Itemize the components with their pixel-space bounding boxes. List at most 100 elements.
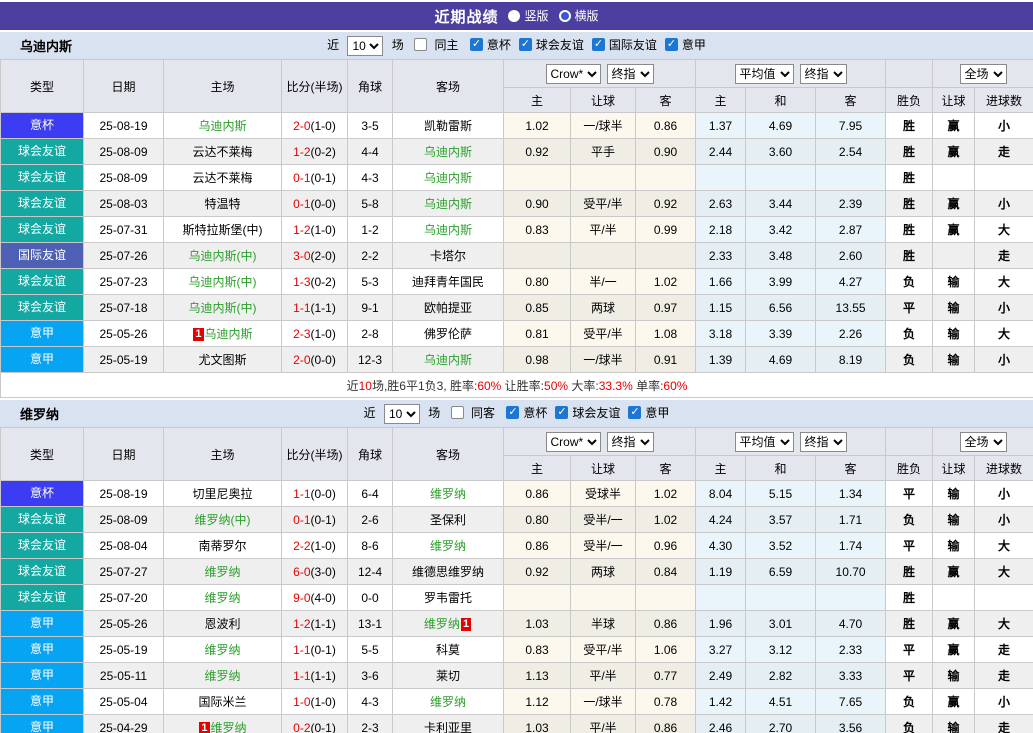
odds-away: 0.97	[636, 295, 696, 321]
avg-home: 4.24	[696, 507, 746, 533]
filter-controls: 近 10 场 同主 意杯球会友谊国际友谊意甲	[325, 36, 708, 56]
league-checkbox[interactable]	[592, 38, 605, 51]
avg-home: 2.63	[696, 191, 746, 217]
match-type: 意甲	[1, 347, 84, 373]
col-header-home: 主场	[164, 428, 282, 481]
result-handicap: 输	[933, 663, 975, 689]
same-venue-checkbox[interactable]	[414, 38, 427, 51]
match-count-select[interactable]: 10	[347, 36, 383, 56]
col-header-odds-home: 主	[504, 88, 571, 113]
score: 2-2(1-0)	[282, 533, 348, 559]
league-checkbox[interactable]	[506, 406, 519, 419]
sections-container: 乌迪内斯 近 10 场 同主 意杯球会友谊国际友谊意甲 类型 日期	[0, 30, 1033, 733]
team-name-text: 乌迪内斯	[198, 119, 246, 133]
avg-draw: 6.59	[746, 559, 816, 585]
odds-home: 0.85	[504, 295, 571, 321]
odds-handicap: 一/球半	[571, 689, 636, 715]
avg-draw: 3.12	[746, 637, 816, 663]
avg-home: 2.33	[696, 243, 746, 269]
odds-away: 0.86	[636, 113, 696, 139]
final-index-select[interactable]: 终指	[607, 64, 654, 84]
match-type-badge: 意甲	[1, 715, 83, 733]
average-group-header: 平均值终指	[696, 60, 886, 88]
avg-draw: 4.69	[746, 113, 816, 139]
team-name-text: 凯勒雷斯	[424, 119, 472, 133]
league-checkbox[interactable]	[665, 38, 678, 51]
result-handicap: 输	[933, 269, 975, 295]
col-header-handicap-result: 让球	[933, 456, 975, 481]
team-name: 维罗纳	[20, 404, 59, 423]
odds-away: 0.86	[636, 715, 696, 733]
odds-away: 0.91	[636, 347, 696, 373]
league-checkbox[interactable]	[628, 406, 641, 419]
col-header-type: 类型	[1, 60, 84, 113]
odds-handicap: 两球	[571, 559, 636, 585]
away-team: 维罗纳	[393, 689, 504, 715]
final-index-select-2[interactable]: 终指	[800, 64, 847, 84]
away-team: 欧帕提亚	[393, 295, 504, 321]
match-count-select[interactable]: 10	[384, 404, 420, 424]
outcome-group-header	[886, 428, 933, 456]
league-label: 意甲	[682, 38, 706, 52]
score: 1-1(1-1)	[282, 663, 348, 689]
col-header-avg-home: 主	[696, 88, 746, 113]
scope-select[interactable]: 全场	[960, 64, 1007, 84]
average-select[interactable]: 平均值	[735, 432, 794, 452]
same-venue-checkbox[interactable]	[451, 406, 464, 419]
final-index-select[interactable]: 终指	[607, 432, 654, 452]
league-checkbox[interactable]	[519, 38, 532, 51]
scope-select[interactable]: 全场	[960, 432, 1007, 452]
odds-source-select[interactable]: Crow*	[546, 64, 601, 84]
filter-controls: 近 10 场 同客 意杯球会友谊意甲	[362, 404, 672, 424]
col-header-away: 客场	[393, 428, 504, 481]
home-team: 南蒂罗尔	[164, 533, 282, 559]
odds-away: 1.02	[636, 481, 696, 507]
col-header-type: 类型	[1, 428, 84, 481]
corners: 4-3	[348, 165, 393, 191]
avg-home: 8.04	[696, 481, 746, 507]
odds-home: 0.81	[504, 321, 571, 347]
odds-home: 1.03	[504, 611, 571, 637]
col-header-handicap-result: 让球	[933, 88, 975, 113]
home-team: 乌迪内斯(中)	[164, 269, 282, 295]
corners: 12-3	[348, 347, 393, 373]
odds-away	[636, 585, 696, 611]
result-outcome: 平	[886, 295, 933, 321]
result-goals: 走	[975, 243, 1033, 269]
match-row: 球会友谊25-08-09云达不莱梅0-1(0-1)4-3乌迪内斯胜	[1, 165, 1033, 191]
result-handicap	[933, 585, 975, 611]
match-type: 意甲	[1, 637, 84, 663]
radio-unselected-icon[interactable]	[559, 10, 571, 22]
result-goals: 大	[975, 533, 1033, 559]
odds-source-select[interactable]: Crow*	[546, 432, 601, 452]
league-checkbox[interactable]	[470, 38, 483, 51]
outcome-group-header	[886, 60, 933, 88]
home-team: 维罗纳(中)	[164, 507, 282, 533]
league-checkbox[interactable]	[555, 406, 568, 419]
team-name-text: 迪拜青年国民	[412, 275, 484, 289]
score: 9-0(4-0)	[282, 585, 348, 611]
col-header-score: 比分(半场)	[282, 428, 348, 481]
layout-radio-horizontal[interactable]: 横版	[559, 7, 599, 25]
team-name-text: 乌迪内斯(中)	[189, 275, 257, 289]
odds-handicap: 平手	[571, 139, 636, 165]
score: 6-0(3-0)	[282, 559, 348, 585]
col-header-home: 主场	[164, 60, 282, 113]
final-index-select-2[interactable]: 终指	[800, 432, 847, 452]
score: 0-1(0-1)	[282, 507, 348, 533]
average-select[interactable]: 平均值	[735, 64, 794, 84]
result-outcome: 负	[886, 507, 933, 533]
col-header-outcome: 胜负	[886, 456, 933, 481]
odds-group-header: Crow* 终指	[504, 428, 696, 456]
result-goals: 大	[975, 559, 1033, 585]
avg-home: 4.30	[696, 533, 746, 559]
match-date: 25-08-19	[84, 481, 164, 507]
radio-selected-icon[interactable]	[508, 10, 520, 22]
match-date: 25-05-11	[84, 663, 164, 689]
home-team: 斯特拉斯堡(中)	[164, 217, 282, 243]
layout-radio-vertical[interactable]: 竖版	[508, 7, 548, 25]
result-goals: 大	[975, 217, 1033, 243]
col-header-score: 比分(半场)	[282, 60, 348, 113]
match-type-badge: 意杯	[1, 113, 83, 138]
team-name-text: 国际米兰	[198, 695, 246, 709]
